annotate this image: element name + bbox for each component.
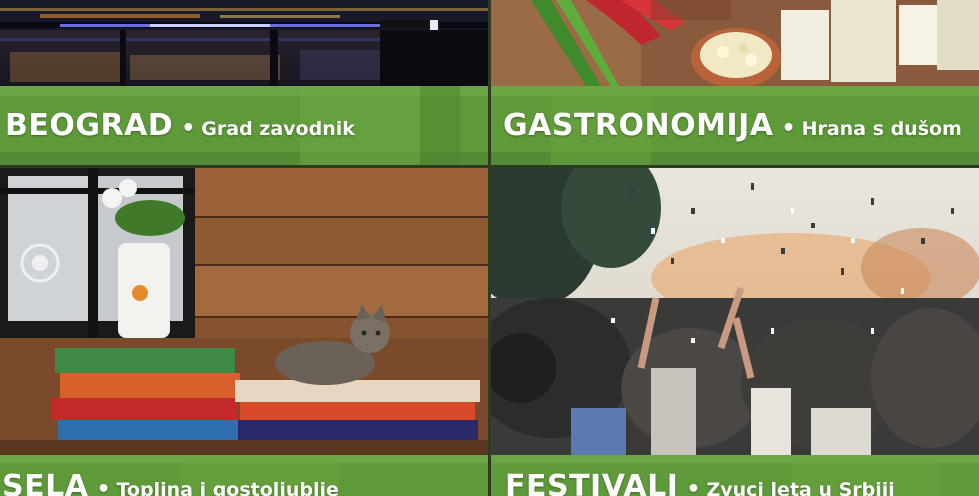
gastronomija-cheese-photo (491, 0, 979, 86)
beograd-night-bridge-photo (0, 0, 488, 86)
sela-cat-on-rugs-photo (0, 168, 488, 455)
tile-banner: BEOGRAD • Grad zavodnik (0, 86, 488, 165)
title-separator: • (96, 477, 111, 496)
tourism-tiles-grid: BEOGRAD • Grad zavodnik GASTRONOMIJA • H… (0, 0, 979, 496)
tile-title: SELA (2, 469, 89, 496)
tile-subtitle: Zvuci leta u Srbiji (706, 479, 895, 496)
tile-title: BEOGRAD (5, 108, 174, 143)
tile-banner: FESTIVALI • Zvuci leta u Srbiji (491, 455, 979, 496)
festivali-crowd-confetti-photo (491, 168, 979, 455)
tile-beograd[interactable]: BEOGRAD • Grad zavodnik (0, 0, 488, 165)
tile-sela[interactable]: SELA • Toplina i gostoljublje (0, 168, 488, 496)
title-separator: • (181, 116, 196, 141)
tile-title: FESTIVALI (505, 469, 679, 496)
tile-subtitle: Hrana s dušom (801, 118, 962, 140)
title-separator: • (686, 477, 701, 496)
tile-banner: GASTRONOMIJA • Hrana s dušom (491, 86, 979, 165)
tile-banner: SELA • Toplina i gostoljublje (0, 455, 488, 496)
title-separator: • (781, 116, 796, 141)
tile-subtitle: Toplina i gostoljublje (116, 479, 339, 496)
tile-subtitle: Grad zavodnik (201, 118, 355, 140)
tile-title: GASTRONOMIJA (503, 108, 774, 143)
tile-gastronomija[interactable]: GASTRONOMIJA • Hrana s dušom (491, 0, 979, 165)
tile-festivali[interactable]: FESTIVALI • Zvuci leta u Srbiji (491, 168, 979, 496)
